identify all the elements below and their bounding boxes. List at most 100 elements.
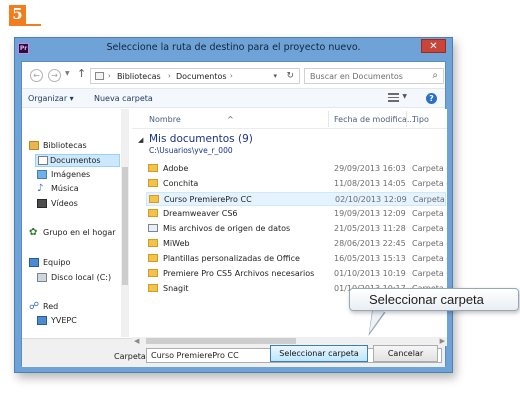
nav-pane-scroll-thumb[interactable] [122, 167, 128, 285]
file-row[interactable]: Plantillas personalizadas de Office 16/0… [146, 252, 447, 266]
nav-item-local-disk[interactable]: Disco local (C:) [37, 272, 119, 285]
address-history-chevron-icon[interactable]: ▾ [273, 72, 277, 80]
breadcrumb-separator-icon[interactable]: › [230, 72, 233, 80]
folder-icon [148, 269, 158, 277]
homegroup-icon: ✿ [29, 227, 38, 238]
location-icon [95, 72, 104, 80]
forward-arrow-icon[interactable]: → [48, 69, 61, 82]
breadcrumb-libraries[interactable]: Bibliotecas [117, 72, 161, 81]
breadcrumb-separator-icon[interactable]: › [168, 72, 171, 80]
nav-item-music[interactable]: ♪ Música [37, 183, 117, 196]
folder-icon [149, 195, 159, 203]
file-row[interactable]: Conchita 11/08/2013 14:05 Carpeta c [146, 177, 447, 191]
nav-item-yvepc[interactable]: YVEPC [37, 315, 119, 328]
group-path-link[interactable]: C:\Usuarios\yve_r_000 [149, 146, 233, 155]
step-underline [9, 24, 41, 26]
close-button[interactable]: ✕ [421, 39, 446, 53]
nav-item-label: Equipo [43, 258, 71, 267]
file-name: Dreamweaver CS6 [163, 209, 238, 218]
address-row: ← → ▼ ↑ › Bibliotecas › Documentos › ▾ ↻… [22, 62, 445, 88]
search-icon: ⌕ [432, 70, 438, 81]
pictures-icon [37, 170, 47, 179]
nav-pane-scrollbar[interactable] [121, 109, 129, 337]
recent-locations-chevron-icon[interactable]: ▼ [65, 70, 70, 77]
nav-item-computer[interactable]: Equipo [29, 257, 119, 270]
computer-icon [29, 258, 39, 267]
cancel-button[interactable]: Cancelar [373, 345, 438, 362]
library-icon [29, 141, 39, 150]
nav-item-label: Grupo en el hogar [43, 228, 116, 237]
tutorial-callout: Seleccionar carpeta [349, 288, 519, 311]
nav-item-videos[interactable]: Vídeos [37, 198, 117, 211]
column-header-type[interactable]: Tipo [412, 115, 429, 124]
folder-icon [148, 239, 158, 247]
file-name: Conchita [163, 179, 199, 188]
new-folder-button[interactable]: Nueva carpeta [94, 94, 153, 103]
videos-icon [37, 199, 47, 208]
folder-icon [148, 254, 158, 262]
file-type: Carpeta c [412, 224, 447, 233]
collapse-group-chevron-icon[interactable]: ◢ [138, 136, 143, 144]
horizontal-scroll-thumb[interactable] [146, 338, 296, 344]
file-name: Plantillas personalizadas de Office [163, 254, 300, 263]
back-arrow-icon[interactable]: ← [30, 69, 43, 82]
select-folder-button[interactable]: Seleccionar carpeta [270, 345, 368, 362]
file-row[interactable]: Mis archivos de origen de datos 21/05/20… [146, 222, 447, 236]
nav-item-documents[interactable]: Documentos [35, 154, 120, 167]
dialog-window: Pr Seleccione la ruta de destino para el… [14, 37, 453, 373]
nav-item-label: Red [43, 302, 59, 311]
folder-name-value: Curso PremierePro CC [151, 351, 239, 360]
file-row[interactable]: MiWeb 28/06/2013 22:45 Carpeta c [146, 237, 447, 251]
nav-item-label: Documentos [50, 156, 101, 165]
up-arrow-icon[interactable]: ↑ [77, 67, 86, 80]
help-icon[interactable]: ? [426, 93, 437, 104]
file-name: Premiere Pro CS5 Archivos necesarios [163, 269, 315, 278]
file-date: 29/09/2013 16:03 [334, 164, 406, 173]
documents-icon [38, 156, 48, 165]
nav-item-label: Bibliotecas [43, 141, 87, 150]
file-row[interactable]: Dreamweaver CS6 19/09/2013 12:09 Carpeta… [146, 207, 447, 221]
folder-field-label: Carpeta: [114, 352, 149, 361]
nav-item-pictures[interactable]: Imágenes [37, 169, 117, 182]
title-bar[interactable]: Pr Seleccione la ruta de destino para el… [15, 38, 452, 60]
column-header-date[interactable]: Fecha de modifica... [334, 115, 415, 124]
nav-item-label: Vídeos [51, 199, 78, 208]
scroll-right-icon[interactable]: ▶ [440, 337, 445, 345]
file-date: 16/05/2013 15:13 [334, 254, 406, 263]
nav-item-label: YVEPC [51, 316, 77, 325]
breadcrumb-separator-icon[interactable]: › [108, 72, 111, 80]
view-options-chevron-icon[interactable]: ▼ [402, 93, 407, 100]
group-header[interactable]: Mis documentos (9) [149, 133, 253, 145]
file-date: 28/06/2013 22:45 [334, 239, 406, 248]
file-row[interactable]: Adobe 29/09/2013 16:03 Carpeta c [146, 162, 447, 176]
nav-item-network[interactable]: ☍ Red [29, 301, 119, 314]
file-row-selected[interactable]: Curso PremierePro CC 02/10/2013 12:09 Ca… [146, 192, 447, 206]
command-toolbar: Organizar ▾ Nueva carpeta ▼ ? [22, 88, 445, 108]
organize-menu-button[interactable]: Organizar ▾ [28, 94, 74, 103]
nav-item-label: Música [51, 184, 79, 193]
file-name: Curso PremierePro CC [164, 195, 252, 204]
breadcrumb-documents[interactable]: Documentos [176, 72, 227, 81]
file-name: Snagit [163, 284, 189, 293]
column-separator[interactable] [328, 111, 329, 127]
dialog-title: Seleccione la ruta de destino para el pr… [106, 42, 361, 53]
column-separator[interactable] [406, 111, 407, 127]
file-type: Carpeta c [412, 254, 447, 263]
change-view-icon[interactable] [388, 93, 399, 102]
refresh-icon[interactable]: ↻ [286, 71, 294, 81]
scroll-left-icon[interactable]: ◀ [134, 337, 139, 345]
column-header-name[interactable]: Nombre [149, 115, 181, 124]
address-bar[interactable]: › Bibliotecas › Documentos › ▾ ↻ [90, 68, 300, 84]
column-headers: ^ Nombre Fecha de modifica... Tipo [132, 109, 447, 129]
nav-item-libraries[interactable]: Bibliotecas [29, 140, 119, 153]
sort-ascending-icon: ^ [227, 115, 234, 124]
file-type: Carpeta c [412, 269, 447, 278]
file-row[interactable]: Premiere Pro CS5 Archivos necesarios 01/… [146, 267, 447, 281]
file-type: Carpeta c [413, 195, 447, 204]
search-input[interactable]: Buscar en Documentos ⌕ [304, 68, 444, 84]
folder-icon [148, 179, 158, 187]
nav-item-label: Imágenes [51, 170, 91, 179]
nav-item-homegroup[interactable]: ✿ Grupo en el hogar [29, 227, 121, 240]
nav-item-label: Disco local (C:) [51, 273, 112, 282]
search-placeholder: Buscar en Documentos [310, 72, 403, 81]
